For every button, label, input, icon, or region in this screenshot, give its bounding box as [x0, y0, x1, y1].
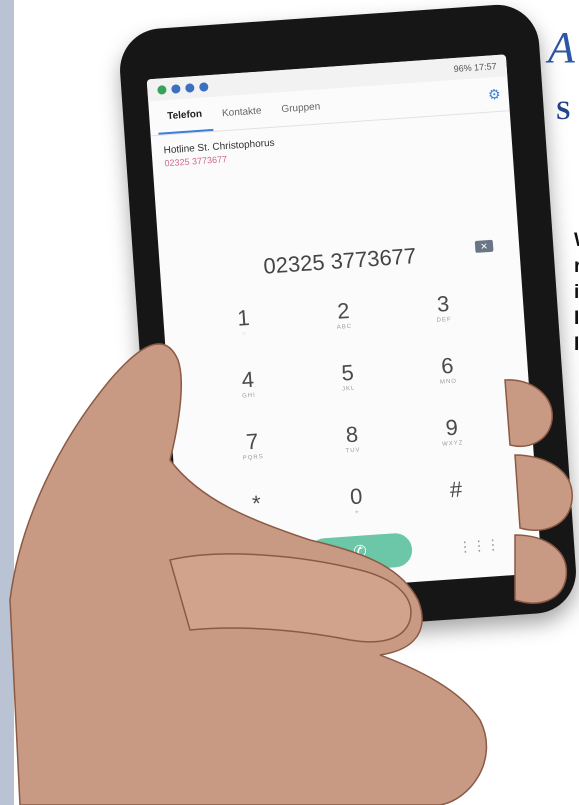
- key-hash[interactable]: #: [405, 473, 508, 524]
- call-button[interactable]: ✆: [307, 532, 414, 574]
- article-text-fragments: W r i I I: [574, 228, 579, 358]
- key-digit: 6: [440, 352, 455, 379]
- key-digit: *: [251, 490, 262, 517]
- tab-telefon[interactable]: Telefon: [156, 97, 214, 135]
- key-digit: 0: [349, 483, 364, 510]
- key-1[interactable]: 1 ◌: [193, 302, 296, 353]
- key-7[interactable]: 7 PQRS: [201, 426, 304, 477]
- key-star[interactable]: *: [206, 487, 309, 538]
- key-digit: 5: [340, 359, 355, 386]
- key-digit: 4: [240, 366, 255, 393]
- gear-icon[interactable]: ⚙: [487, 85, 501, 103]
- key-0[interactable]: 0 +: [306, 480, 409, 531]
- key-digit: 3: [436, 290, 451, 317]
- article-line: I: [574, 334, 579, 355]
- article-line: i: [574, 282, 579, 303]
- key-6[interactable]: 6 MNO: [397, 350, 500, 401]
- tab-gruppen[interactable]: Gruppen: [270, 90, 331, 125]
- notification-icons: [157, 81, 209, 95]
- keypad-grid-icon[interactable]: ⋮⋮⋮: [457, 536, 500, 556]
- article-line: I: [574, 308, 579, 329]
- key-8[interactable]: 8 TUV: [301, 419, 404, 470]
- twitter-icon: [171, 83, 181, 94]
- tab-kontakte[interactable]: Kontakte: [211, 94, 273, 129]
- mail-icon: [185, 82, 195, 93]
- background-strip: [0, 0, 14, 805]
- key-digit: 2: [336, 297, 351, 324]
- app-icon: [198, 81, 209, 92]
- key-digit: 7: [245, 428, 260, 455]
- smartphone: 96% 17:57 Telefon Kontakte Gruppen ⚙ Hot…: [117, 2, 579, 640]
- phone-screen: 96% 17:57 Telefon Kontakte Gruppen ⚙ Hot…: [146, 54, 543, 599]
- dial-keypad: 1 ◌ 2 ABC 3 DEF 4 GHI 5 JKL 6 MNO 7 PQRS 8 TUV 9…: [193, 288, 508, 538]
- key-digit: 8: [344, 421, 359, 448]
- key-9[interactable]: 9 WXYZ: [401, 412, 504, 463]
- key-digit: 1: [236, 304, 251, 331]
- key-5[interactable]: 5 JKL: [297, 357, 400, 408]
- key-digit: 9: [444, 414, 459, 441]
- status-right-text: 96% 17:57: [453, 61, 497, 75]
- article-line: r: [574, 256, 579, 277]
- key-digit: #: [449, 476, 463, 503]
- article-title-fragment: A: [548, 23, 575, 72]
- key-2[interactable]: 2 ABC: [293, 295, 396, 346]
- phone-icon: ✆: [352, 543, 368, 562]
- article-line: W: [574, 228, 579, 254]
- key-3[interactable]: 3 DEF: [392, 288, 495, 339]
- article-subtitle-fragment: S: [556, 96, 571, 125]
- backspace-icon[interactable]: ✕: [474, 239, 494, 253]
- dialed-number: 02325 3773677: [262, 243, 417, 279]
- key-4[interactable]: 4 GHI: [197, 364, 300, 415]
- whatsapp-icon: [157, 84, 167, 95]
